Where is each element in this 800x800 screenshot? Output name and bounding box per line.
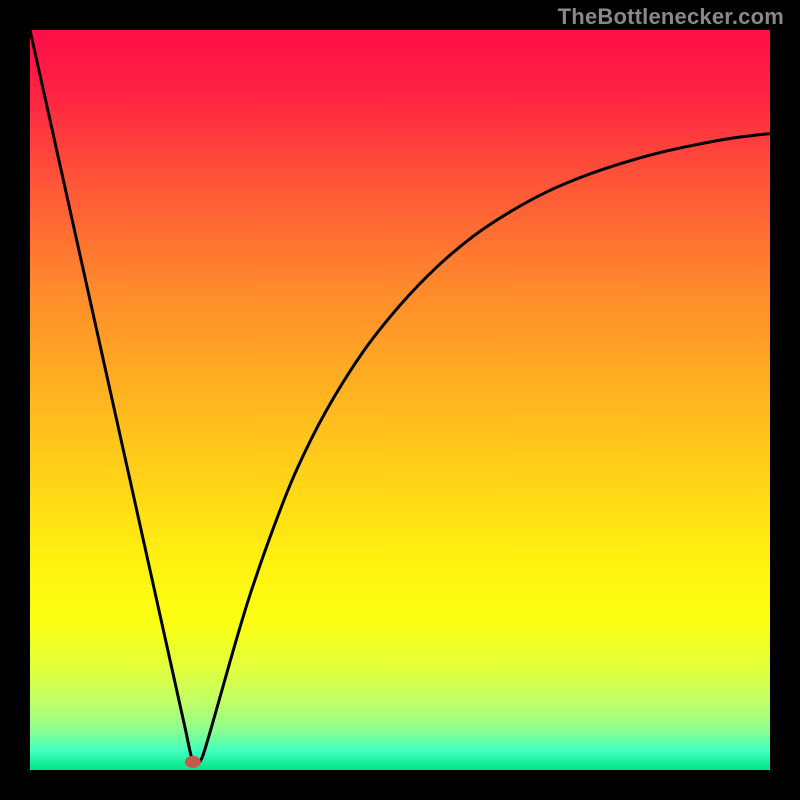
- gradient-bg: [30, 30, 770, 770]
- watermark-label: TheBottlenecker.com: [558, 4, 784, 30]
- chart-svg: [30, 30, 770, 770]
- bottleneck-marker: [185, 756, 201, 768]
- plot-area: [30, 30, 770, 770]
- chart-frame: TheBottlenecker.com: [0, 0, 800, 800]
